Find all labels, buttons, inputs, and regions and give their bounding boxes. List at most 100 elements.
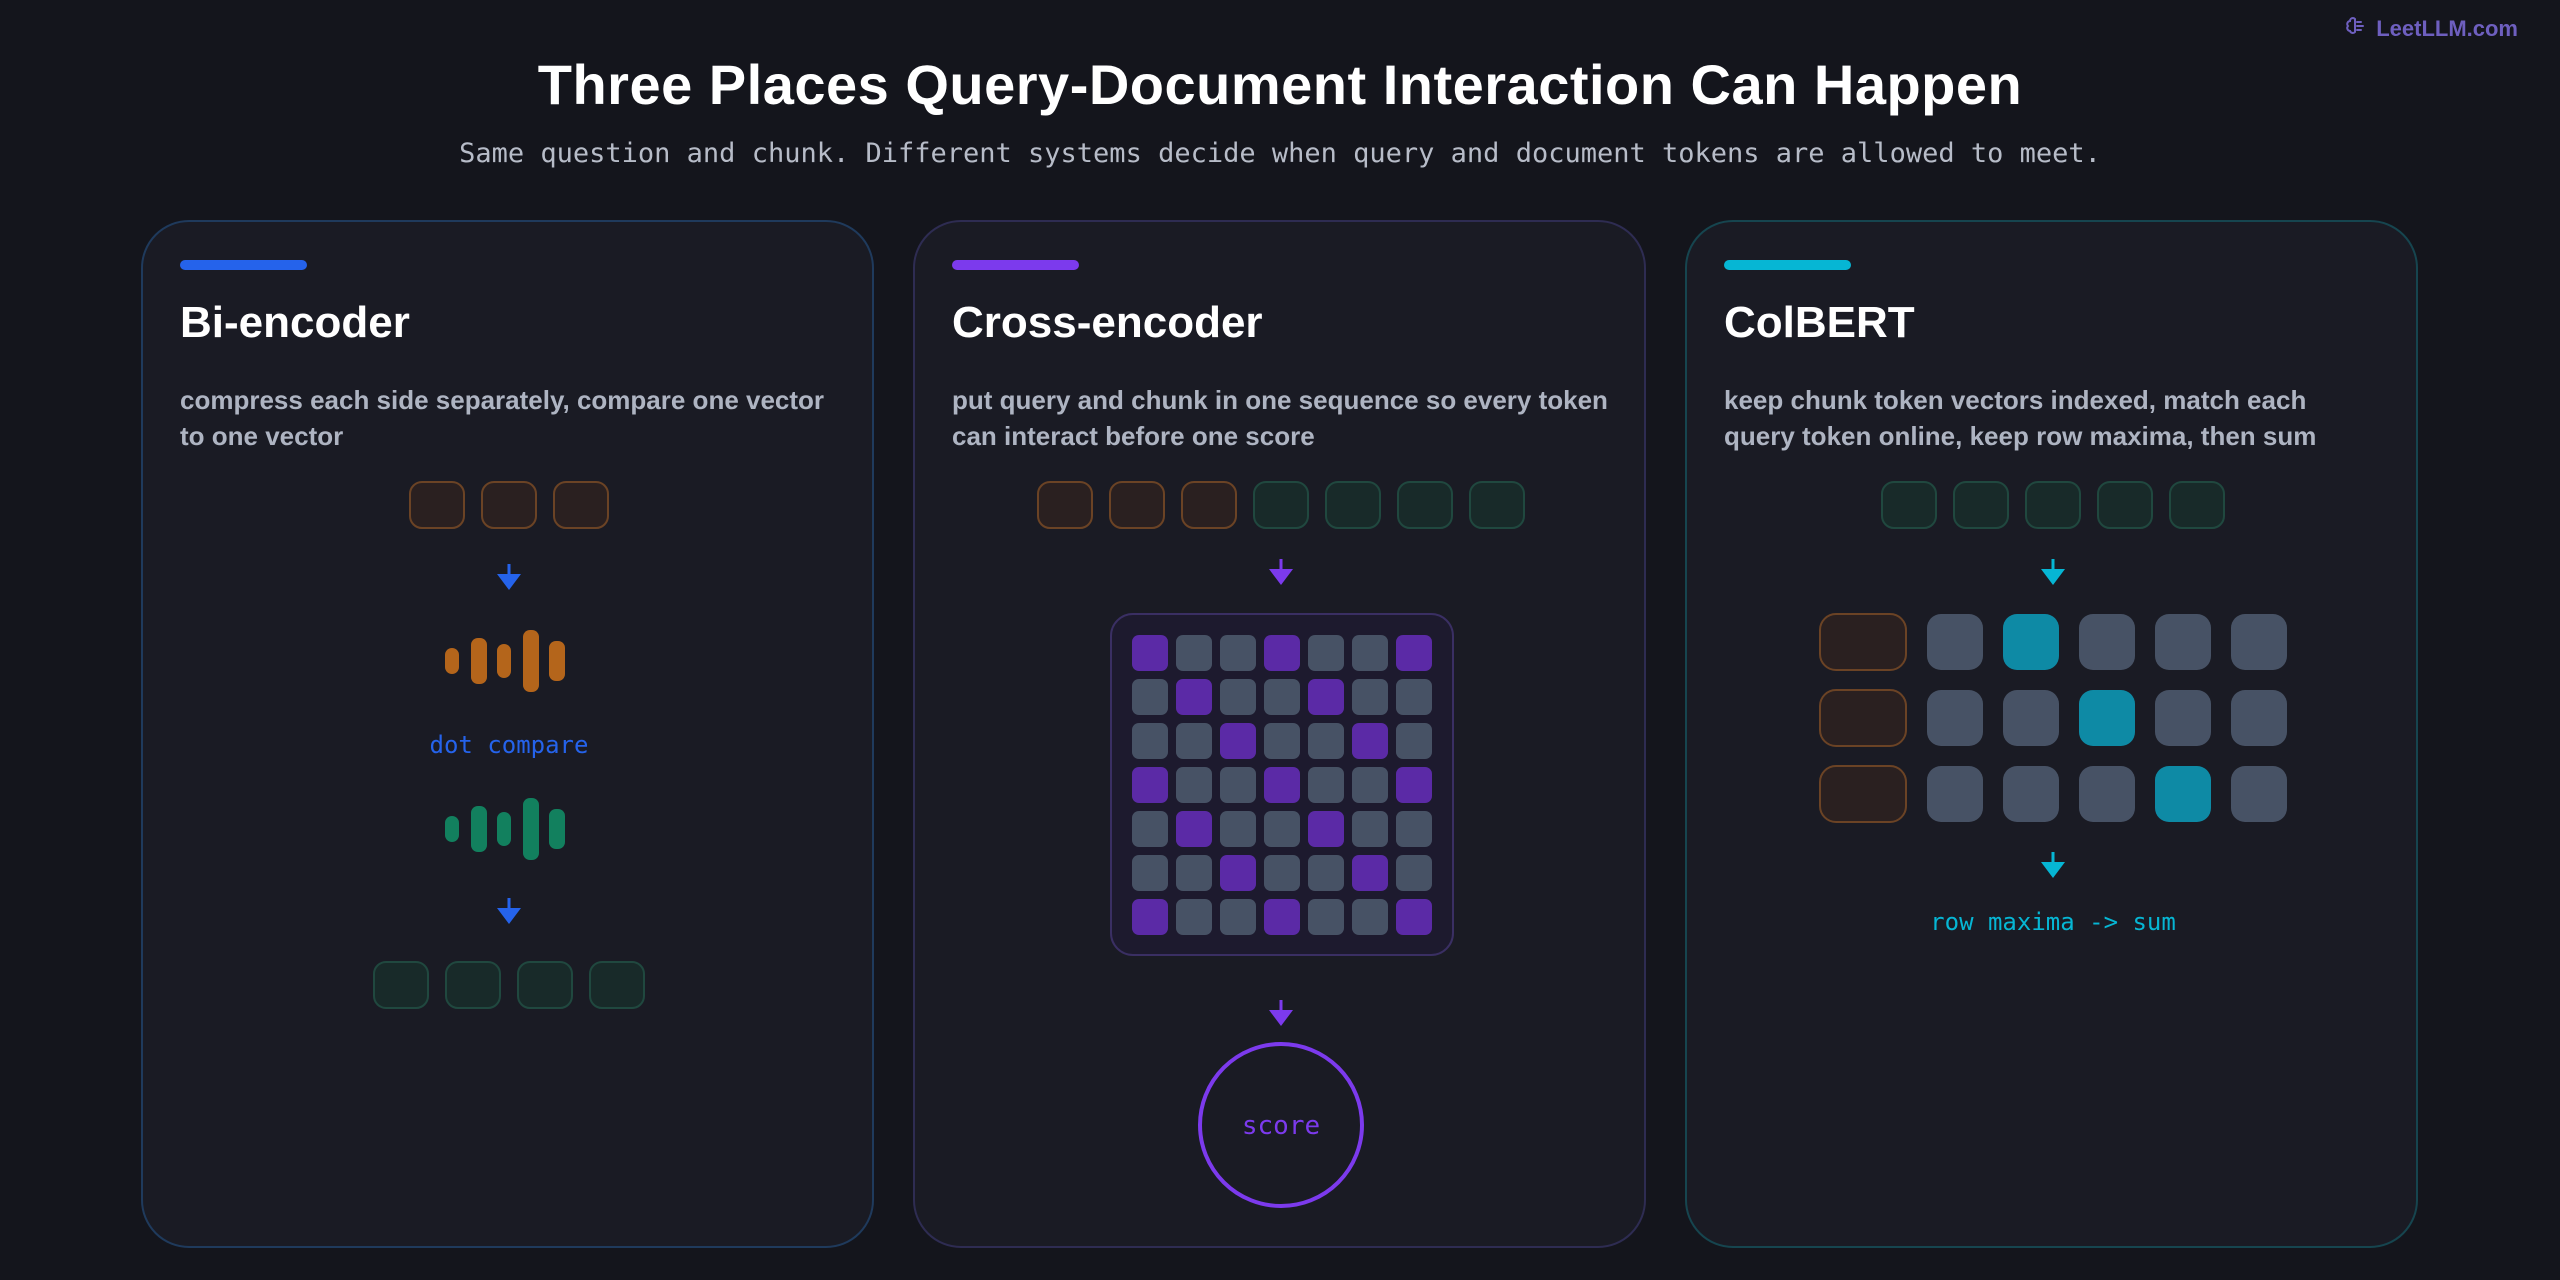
page-title: Three Places Query-Document Interaction …: [537, 53, 2023, 116]
result-label: row maxima -> sum: [1930, 908, 2176, 936]
matrix-cell: [1396, 679, 1432, 715]
arrow-down-icon: [2041, 852, 2065, 878]
matrix-cell: [1132, 767, 1168, 803]
document-vector: [445, 798, 565, 860]
matrix-cell: [1220, 679, 1256, 715]
similarity-cell: [2155, 614, 2211, 670]
matrix-cell: [1220, 635, 1256, 671]
vector-bar: [471, 638, 487, 684]
query-token: [1037, 481, 1093, 529]
vector-bar: [445, 648, 459, 674]
matrix-cell: [1132, 855, 1168, 891]
matrix-cell: [1264, 635, 1300, 671]
vector-bar: [523, 798, 539, 860]
brand-label: LeetLLM.com: [2376, 16, 2518, 41]
similarity-cell: [2079, 614, 2135, 670]
query-token: [481, 481, 537, 529]
arrow-down-icon: [1269, 559, 1293, 585]
document-token: [445, 961, 501, 1009]
brand-logo[interactable]: LeetLLM.com: [2344, 14, 2518, 44]
colbert-card: ColBERT keep chunk token vectors indexed…: [1685, 220, 2418, 1248]
cross-encoder-diagram: score: [1037, 481, 1525, 1208]
brain-icon: [2344, 14, 2368, 44]
query-token: [1181, 481, 1237, 529]
similarity-cell: [1927, 766, 1983, 822]
matrix-cell: [1396, 723, 1432, 759]
bi-encoder-diagram: dot compare: [373, 481, 645, 1009]
similarity-cell: [2155, 690, 2211, 746]
query-token: [1819, 765, 1907, 823]
matrix-cell: [1352, 899, 1388, 935]
score-label: score: [1242, 1111, 1320, 1141]
document-token: [1953, 481, 2009, 529]
matrix-cell: [1220, 899, 1256, 935]
document-token: [373, 961, 429, 1009]
matrix-cell: [1308, 635, 1344, 671]
matrix-cell: [1264, 723, 1300, 759]
similarity-cell: [2003, 690, 2059, 746]
vector-bar: [549, 641, 565, 681]
document-token: [2025, 481, 2081, 529]
matrix-cell: [1264, 899, 1300, 935]
document-token: [1325, 481, 1381, 529]
arrow-down-icon: [2041, 559, 2065, 585]
similarity-cell: [2003, 766, 2059, 822]
matrix-cell: [1220, 767, 1256, 803]
matrix-cell: [1352, 679, 1388, 715]
document-token: [2169, 481, 2225, 529]
query-token: [1819, 613, 1907, 671]
matrix-cell: [1308, 679, 1344, 715]
document-token: [2097, 481, 2153, 529]
similarity-cell: [2231, 766, 2287, 822]
arrow-down-icon: [1269, 1000, 1293, 1026]
document-tokens: [373, 961, 645, 1009]
matrix-cell: [1176, 811, 1212, 847]
matrix-cell: [1352, 723, 1388, 759]
matrix-cell: [1308, 767, 1344, 803]
matrix-cell: [1308, 811, 1344, 847]
arrow-down-icon: [497, 564, 521, 590]
matrix-cell: [1176, 679, 1212, 715]
vector-bar: [471, 806, 487, 852]
document-token: [517, 961, 573, 1009]
query-vector: [445, 630, 565, 692]
row-max-cell: [2079, 690, 2135, 746]
similarity-cell: [1927, 614, 1983, 670]
query-token: [1109, 481, 1165, 529]
matrix-cell: [1176, 855, 1212, 891]
matrix-cell: [1264, 855, 1300, 891]
matrix-cell: [1308, 723, 1344, 759]
matrix-cell: [1220, 723, 1256, 759]
document-token: [1469, 481, 1525, 529]
matrix-cell: [1176, 899, 1212, 935]
similarity-cell: [2231, 614, 2287, 670]
similarity-cell: [2079, 766, 2135, 822]
query-token: [553, 481, 609, 529]
matrix-cell: [1132, 679, 1168, 715]
matrix-cell: [1308, 855, 1344, 891]
document-token: [1253, 481, 1309, 529]
matrix-cell: [1132, 723, 1168, 759]
document-token: [1397, 481, 1453, 529]
similarity-cell: [2231, 690, 2287, 746]
matrix-cell: [1176, 767, 1212, 803]
bi-encoder-card: Bi-encoder compress each side separately…: [141, 220, 874, 1248]
vector-bar: [445, 816, 459, 842]
matrix-cell: [1220, 811, 1256, 847]
matrix-cell: [1396, 635, 1432, 671]
matrix-cell: [1308, 899, 1344, 935]
query-tokens: [409, 481, 609, 529]
matrix-cell: [1396, 767, 1432, 803]
matrix-cell: [1264, 811, 1300, 847]
matrix-cell: [1352, 635, 1388, 671]
matrix-cell: [1352, 855, 1388, 891]
arrow-down-icon: [497, 898, 521, 924]
vector-bar: [497, 644, 511, 678]
cross-encoder-card: Cross-encoder put query and chunk in one…: [913, 220, 1646, 1248]
similarity-cell: [1927, 690, 1983, 746]
row-max-cell: [2155, 766, 2211, 822]
vector-bar: [523, 630, 539, 692]
document-token: [589, 961, 645, 1009]
matrix-cell: [1132, 899, 1168, 935]
matrix-cell: [1396, 855, 1432, 891]
